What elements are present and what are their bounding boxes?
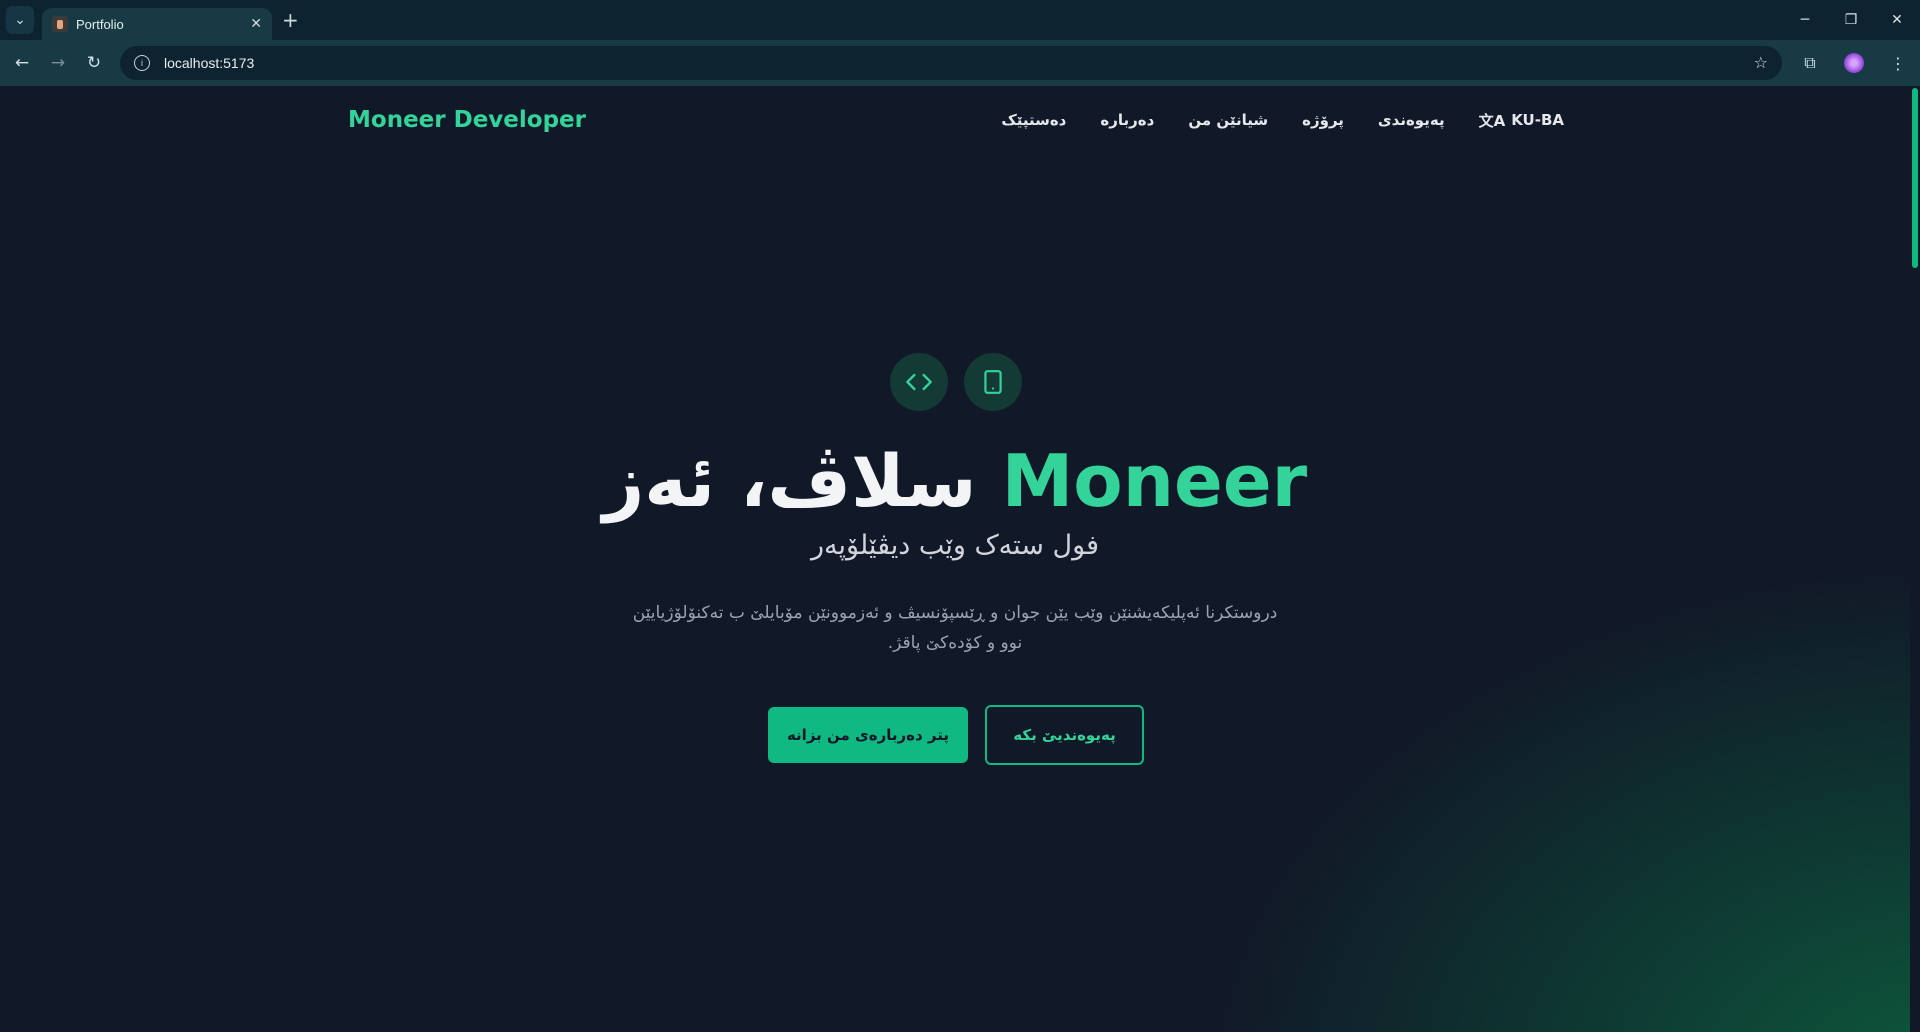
extensions-puzzle-icon[interactable]: ⧉	[1792, 45, 1828, 81]
browser-tab[interactable]: Portfolio ✕	[42, 8, 272, 40]
hero-title-greeting: سلاڤ، ئەز	[602, 439, 977, 523]
reload-icon[interactable]: ↻	[76, 45, 112, 81]
site-info-icon[interactable]: i	[134, 55, 150, 71]
address-bar[interactable]: i localhost:5173 ☆	[120, 46, 1782, 80]
hero-buttons: پتر دەربارەی من بزانە پەیوەندیێ بکە	[768, 705, 1144, 765]
minimize-icon[interactable]: ─	[1782, 0, 1828, 40]
hero-icons	[890, 353, 1022, 411]
page-viewport: Moneer Developer 文A KU-BA پەیوەندی پرۆژە…	[0, 86, 1920, 1032]
scrollbar-thumb[interactable]	[1912, 88, 1918, 268]
learn-more-button[interactable]: پتر دەربارەی من بزانە	[768, 707, 968, 763]
back-arrow-icon[interactable]: ←	[4, 45, 40, 81]
hero-title: سلاڤ، ئەز Moneer	[0, 438, 1910, 524]
hero-title-name: Moneer	[1001, 439, 1308, 523]
profile-avatar[interactable]	[1836, 45, 1872, 81]
tab-title: Portfolio	[76, 16, 124, 32]
hero-description: دروستکرنا ئەپلیکەیشنێن وێب یێن جوان و ڕێ…	[632, 603, 1278, 653]
forward-arrow-icon[interactable]: →	[40, 45, 76, 81]
close-window-icon[interactable]: ✕	[1874, 0, 1920, 40]
favicon-icon	[52, 16, 68, 32]
tab-close-icon[interactable]: ✕	[250, 16, 262, 32]
tab-search-chevron-icon[interactable]: ⌄	[6, 6, 34, 34]
bookmark-star-icon[interactable]: ☆	[1754, 53, 1768, 72]
contact-button[interactable]: پەیوەندیێ بکە	[985, 705, 1144, 765]
restore-icon[interactable]: ❐	[1828, 0, 1874, 40]
new-tab-icon[interactable]: +	[282, 8, 299, 32]
url-text[interactable]: localhost:5173	[164, 55, 254, 71]
browser-tab-bar: ⌄ Portfolio ✕ + ─ ❐ ✕	[0, 0, 1920, 40]
page-scrollbar[interactable]	[1910, 86, 1920, 1032]
smartphone-icon	[964, 353, 1022, 411]
hero-subtitle: فول ستەک وێب دیڤێلۆپەر	[811, 530, 1099, 561]
browser-toolbar: ← → ↻ i localhost:5173 ☆ ⧉ ⋮	[0, 40, 1920, 86]
hero-section: سلاڤ، ئەز Moneer فول ستەک وێب دیڤێلۆپەر …	[0, 86, 1910, 1032]
kebab-menu-icon[interactable]: ⋮	[1880, 45, 1916, 81]
code-icon	[890, 353, 948, 411]
